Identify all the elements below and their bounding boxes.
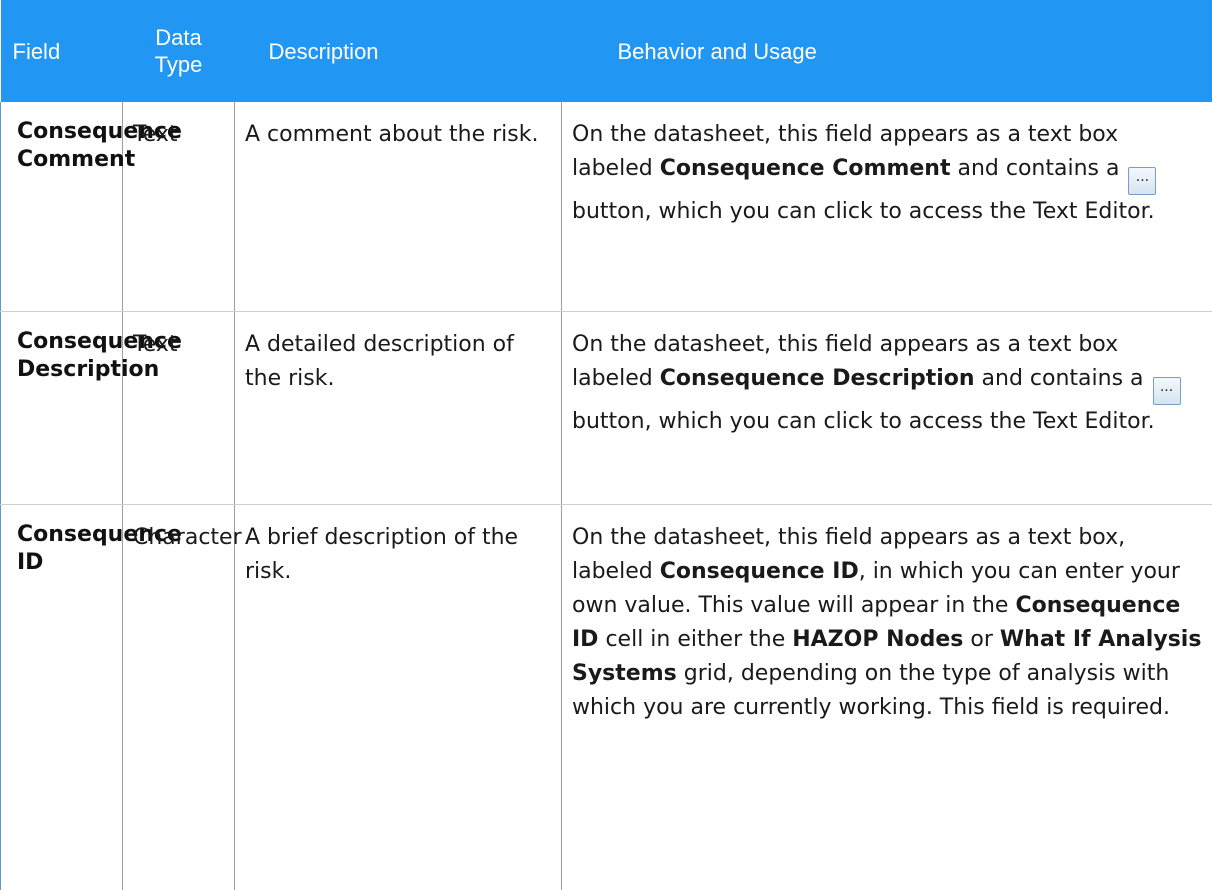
description-cell: A detailed description of the risk. [234, 311, 562, 505]
ui-term: Consequence ID [659, 558, 859, 584]
behavior-text: and contains a [974, 365, 1151, 391]
field-cell: Consequence Comment [0, 102, 182, 312]
behavior-text: or [963, 626, 1000, 652]
table-row: Consequence ID Character A brief descrip… [0, 504, 1212, 890]
behavior-text: button, which you can click to access th… [572, 199, 1155, 224]
field-cell: Consequence ID [0, 504, 182, 890]
behavior-cell: On the datasheet, this field appears as … [562, 504, 1212, 890]
table-row: Consequence Description Text A detailed … [0, 311, 1212, 505]
behavior-cell: On the datasheet, this field appears as … [561, 311, 1212, 505]
ui-term: HAZOP Nodes [792, 626, 964, 652]
ui-term: Consequence Comment [659, 156, 951, 181]
field-cell: Consequence Description [0, 311, 182, 505]
table-header: Field Data Type Description Behavior and… [0, 0, 1212, 102]
description-cell: A comment about the risk. [234, 102, 562, 312]
header-behavior-usage: Behavior and Usage [561, 0, 1212, 102]
data-type-cell: Character [122, 504, 242, 890]
header-data-type: Data Type [122, 0, 235, 102]
table-row: Consequence Comment Text A comment about… [0, 102, 1212, 312]
behavior-cell: On the datasheet, this field appears as … [561, 102, 1212, 312]
ellipsis-button-icon: ... [1128, 167, 1157, 195]
description-cell: A brief description of the risk. [234, 504, 562, 890]
header-description: Description [234, 0, 562, 102]
fields-table: Field Data Type Description Behavior and… [0, 0, 1212, 890]
table-body: Consequence Comment Text A comment about… [0, 102, 1212, 890]
behavior-text: and contains a [950, 156, 1127, 181]
header-field: Field [0, 0, 123, 102]
ellipsis-button-icon: ... [1152, 376, 1181, 405]
ui-term: Consequence Description [659, 365, 975, 391]
behavior-text: cell in either the [598, 626, 793, 652]
behavior-text: button, which you can click to access th… [572, 408, 1155, 434]
header-row: Field Data Type Description Behavior and… [0, 0, 1212, 102]
